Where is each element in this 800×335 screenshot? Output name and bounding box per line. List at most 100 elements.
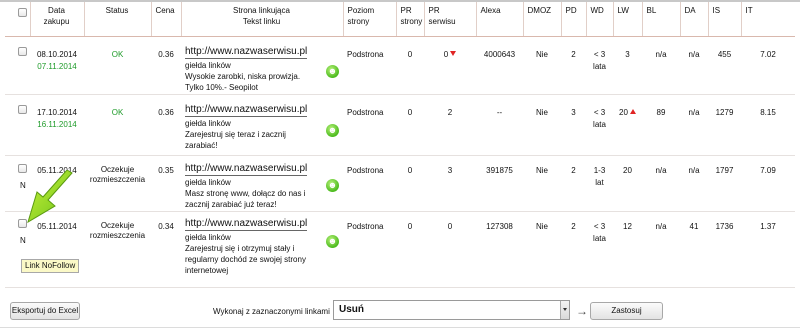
bottom-divider bbox=[0, 327, 800, 328]
linking-page-url[interactable]: http://www.nazwaserwisu.pl bbox=[185, 46, 308, 59]
page-level: Podstrona bbox=[343, 94, 396, 156]
row-checkbox[interactable] bbox=[18, 46, 27, 56]
col-pr-strony[interactable]: PR strony bbox=[396, 2, 425, 37]
table-row: 17.10.2014 16.11.2014 OK 0.36 http://www.… bbox=[5, 94, 795, 156]
bl-value: n/a bbox=[642, 155, 680, 212]
page-level: Podstrona bbox=[343, 211, 396, 288]
col-strona-linkujaca[interactable]: Strona linkująca Tekst linku bbox=[181, 2, 344, 37]
price: 0.36 bbox=[151, 94, 181, 156]
is-value: 1797 bbox=[708, 155, 741, 212]
dmoz-value: Nie bbox=[523, 94, 561, 156]
export-excel-button[interactable]: Eksportuj do Excel bbox=[10, 302, 80, 320]
table-row: N 05.11.2014 Oczekuje rozmieszczenia 0.3… bbox=[5, 211, 795, 288]
wd-value: < 3 lata bbox=[586, 36, 613, 95]
status-text: Oczekuje rozmieszczenia bbox=[84, 155, 151, 212]
col-wd[interactable]: WD bbox=[586, 2, 614, 37]
col-data-zakupu[interactable]: Data zakupu bbox=[30, 2, 85, 37]
pr-serwisu: 2 bbox=[424, 94, 476, 156]
lw-value: 20 bbox=[613, 155, 642, 212]
col-dmoz[interactable]: DMOZ bbox=[523, 2, 562, 37]
site-name: giełda linków bbox=[185, 118, 231, 128]
link-text: Wysokie zarobki, niska prowizja. Tylko 1… bbox=[185, 71, 301, 92]
nofollow-tooltip: Link NoFollow bbox=[21, 259, 80, 273]
col-pd[interactable]: PD bbox=[561, 2, 587, 37]
bl-value: n/a bbox=[642, 36, 680, 95]
select-all-header[interactable] bbox=[5, 2, 31, 37]
bl-value: 89 bbox=[642, 94, 680, 156]
wd-value: < 3 lata bbox=[586, 211, 613, 288]
alexa-rank: 127308 bbox=[476, 211, 523, 288]
col-it[interactable]: IT bbox=[741, 2, 795, 37]
it-value: 7.09 bbox=[741, 155, 795, 212]
dmoz-value: Nie bbox=[523, 36, 561, 95]
status-text: Oczekuje rozmieszczenia bbox=[84, 211, 151, 288]
nofollow-marker: N bbox=[20, 235, 26, 245]
trend-up-icon bbox=[629, 108, 636, 114]
col-cena[interactable]: Cena bbox=[151, 2, 182, 37]
col-alexa[interactable]: Alexa bbox=[476, 2, 524, 37]
pr-strony: 0 bbox=[396, 94, 424, 156]
smiley-icon: ☻ bbox=[326, 178, 339, 192]
pd-value: 2 bbox=[561, 211, 586, 288]
is-value: 1279 bbox=[708, 94, 741, 156]
alexa-rank: 391875 bbox=[476, 155, 523, 212]
pr-strony: 0 bbox=[396, 155, 424, 212]
price: 0.36 bbox=[151, 36, 181, 95]
da-value: n/a bbox=[680, 94, 708, 156]
arrow-right-icon: → bbox=[576, 304, 588, 318]
select-all-checkbox[interactable] bbox=[18, 8, 27, 17]
page-level: Podstrona bbox=[343, 155, 396, 212]
row-checkbox[interactable] bbox=[18, 104, 27, 114]
status-text: OK bbox=[84, 36, 151, 95]
table-row: N 05.11.2014 Oczekuje rozmieszczenia 0.3… bbox=[5, 155, 795, 212]
bl-value: n/a bbox=[642, 211, 680, 288]
chevron-down-icon[interactable] bbox=[560, 301, 569, 319]
wd-value: 1-3 lat bbox=[586, 155, 613, 212]
purchase-date: 08.10.2014 bbox=[36, 49, 78, 59]
price: 0.34 bbox=[151, 211, 181, 288]
site-name: giełda linków bbox=[185, 60, 231, 70]
bulk-action-select[interactable]: Usuń bbox=[333, 300, 570, 320]
da-value: 41 bbox=[680, 211, 708, 288]
linking-page-url[interactable]: http://www.nazwaserwisu.pl bbox=[185, 218, 308, 231]
pd-value: 3 bbox=[561, 94, 586, 156]
col-is[interactable]: IS bbox=[708, 2, 742, 37]
dmoz-value: Nie bbox=[523, 155, 561, 212]
linking-page-url[interactable]: http://www.nazwaserwisu.pl bbox=[185, 104, 308, 117]
lw-value: 3 bbox=[613, 36, 642, 95]
alexa-rank: -- bbox=[476, 94, 523, 156]
status-text: OK bbox=[84, 94, 151, 156]
col-bl[interactable]: BL bbox=[642, 2, 681, 37]
col-lw[interactable]: LW bbox=[613, 2, 643, 37]
col-status[interactable]: Status bbox=[84, 2, 152, 37]
site-name: giełda linków bbox=[185, 232, 231, 242]
pr-strony: 0 bbox=[396, 211, 424, 288]
pointer-arrow-icon bbox=[27, 170, 73, 224]
linking-page-url[interactable]: http://www.nazwaserwisu.pl bbox=[185, 163, 308, 176]
link-text: Zarejestruj się teraz i zacznij zarabiać… bbox=[185, 129, 286, 150]
pr-serwisu: 0 bbox=[443, 49, 449, 59]
smiley-icon: ☻ bbox=[326, 123, 339, 137]
smiley-icon: ☻ bbox=[326, 64, 339, 78]
bulk-action-label: Wykonaj z zaznaczonymi linkami bbox=[213, 307, 330, 316]
link-text: Zarejestruj się i otrzymuj stały i regul… bbox=[185, 243, 306, 275]
wd-value: < 3 lata bbox=[586, 94, 613, 156]
header-row: Data zakupu Status Cena Strona linkująca… bbox=[5, 2, 795, 37]
alexa-rank: 4000643 bbox=[476, 36, 523, 95]
col-da[interactable]: DA bbox=[680, 2, 709, 37]
is-value: 455 bbox=[708, 36, 741, 95]
col-poziom-strony[interactable]: Poziom strony bbox=[343, 2, 397, 37]
is-value: 1736 bbox=[708, 211, 741, 288]
links-table: Data zakupu Status Cena Strona linkująca… bbox=[5, 2, 795, 288]
it-value: 1.37 bbox=[741, 211, 795, 288]
col-pr-serwisu[interactable]: PR serwisu bbox=[424, 2, 477, 37]
expiry-date: 07.11.2014 bbox=[37, 61, 77, 71]
lw-value: 12 bbox=[613, 211, 642, 288]
pr-serwisu: 0 bbox=[424, 211, 476, 288]
pr-strony: 0 bbox=[396, 36, 424, 95]
apply-button[interactable]: Zastosuj bbox=[590, 302, 663, 320]
pd-value: 2 bbox=[561, 36, 586, 95]
it-value: 7.02 bbox=[741, 36, 795, 95]
page-level: Podstrona bbox=[343, 36, 396, 95]
table-row: 08.10.2014 07.11.2014 OK 0.36 http://www.… bbox=[5, 36, 795, 95]
